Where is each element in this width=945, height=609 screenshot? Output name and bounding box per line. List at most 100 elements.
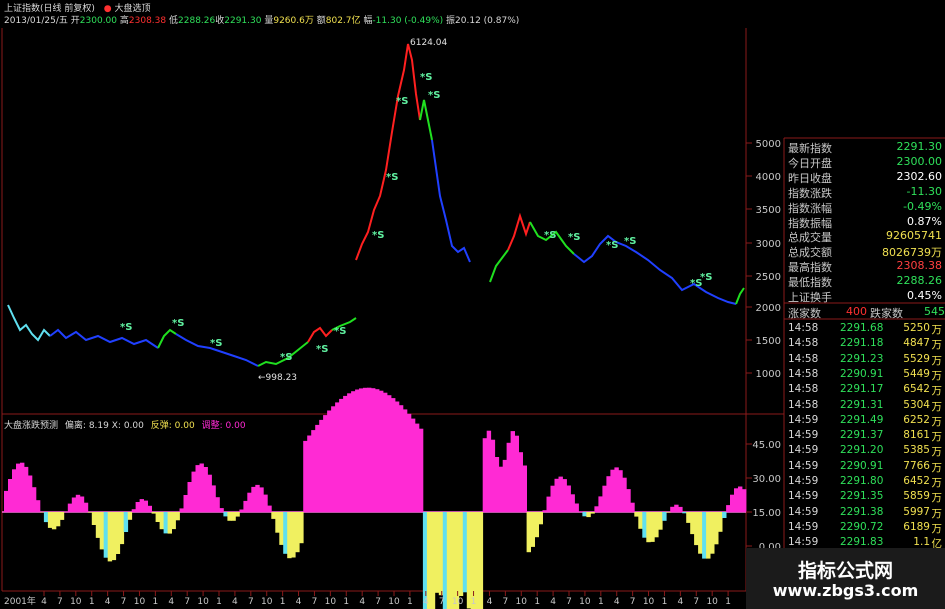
x-tick-label: 7 bbox=[502, 597, 508, 607]
sub-bar bbox=[371, 388, 376, 512]
sub-bar bbox=[498, 466, 504, 512]
sub-bar bbox=[111, 512, 117, 561]
sub-bar bbox=[478, 512, 484, 609]
sub-bar bbox=[494, 457, 500, 512]
sub-bar bbox=[363, 387, 368, 512]
sub-bar bbox=[434, 512, 440, 593]
sub-bar bbox=[8, 479, 13, 512]
tick-unit: 万 bbox=[931, 369, 943, 382]
sub-bar bbox=[694, 512, 699, 546]
sub-bar bbox=[430, 512, 436, 609]
sub-bar bbox=[698, 512, 703, 554]
quote-value: -11.30 bbox=[906, 184, 942, 198]
sub-bar bbox=[570, 494, 575, 512]
sub-bar bbox=[119, 512, 125, 545]
price-segment bbox=[307, 326, 333, 343]
sub-bar bbox=[546, 496, 551, 512]
tick-row: 14:59 2291.37 8161 万 bbox=[786, 429, 944, 444]
sub-bar bbox=[466, 512, 472, 609]
sub-bar bbox=[23, 466, 29, 512]
sub-chart-title[interactable]: 大盘涨跌预测 bbox=[4, 421, 58, 431]
tick-volume: 5385 bbox=[903, 444, 930, 457]
sub-bar bbox=[259, 487, 264, 512]
sub-bar bbox=[51, 512, 57, 530]
sub-bar bbox=[646, 512, 651, 543]
sub-bar bbox=[299, 512, 304, 544]
signal-mark: *S bbox=[396, 96, 408, 107]
x-tick-label: 10 bbox=[388, 597, 400, 607]
quote-row: 指数涨幅 -0.49% bbox=[786, 200, 944, 215]
adv-label: 涨家数 bbox=[788, 307, 821, 320]
x-tick-label: 1 bbox=[216, 597, 222, 607]
x-tick-label: 1 bbox=[89, 597, 95, 607]
tick-volume: 5250 bbox=[903, 322, 930, 334]
tick-volume: 1.1 bbox=[913, 536, 930, 549]
sub-bar bbox=[438, 512, 444, 596]
sub-bar bbox=[211, 485, 216, 512]
adv-value: 400 bbox=[846, 305, 867, 318]
sub-bar bbox=[574, 503, 579, 512]
sub-bar bbox=[91, 512, 97, 525]
sub-bar bbox=[31, 487, 37, 512]
sub-bar bbox=[410, 418, 416, 512]
tick-volume: 5449 bbox=[903, 367, 930, 380]
quote-label: 指数振幅 bbox=[788, 216, 832, 230]
sub-bar bbox=[406, 413, 412, 512]
sub-bar bbox=[550, 485, 555, 512]
x-tick-label: 1 bbox=[343, 597, 349, 607]
signal-mark: *S bbox=[386, 172, 398, 183]
sub-bar bbox=[602, 485, 607, 512]
sub-bar bbox=[215, 497, 220, 512]
quote-label: 指数涨幅 bbox=[788, 201, 832, 215]
p1-value: 8.19 bbox=[88, 421, 109, 431]
x-tick-label: 7 bbox=[439, 597, 445, 607]
signal-mark: *S bbox=[334, 326, 346, 337]
quote-row: 最新指数 2291.30 bbox=[786, 140, 944, 155]
sub-bar bbox=[179, 508, 184, 512]
tick-unit: 万 bbox=[931, 400, 943, 413]
quote-row: 总成交量 92605741 bbox=[786, 229, 944, 244]
high-value: 2308.38 bbox=[128, 16, 167, 26]
sub-bar bbox=[554, 478, 559, 512]
y-tick-label: 1500 bbox=[756, 336, 781, 347]
quote-row: 最高指数 2308.38 bbox=[786, 259, 944, 274]
peak-label: 6124.04 bbox=[410, 38, 447, 48]
price-segment bbox=[431, 139, 471, 263]
quote-value: 2288.26 bbox=[896, 274, 943, 288]
tick-time: 14:59 bbox=[788, 505, 819, 518]
close-label: 收 bbox=[215, 16, 225, 26]
tick-row: 14:59 2291.80 6452 万 bbox=[786, 475, 944, 490]
sub-bar bbox=[658, 512, 663, 530]
sub-bar bbox=[143, 500, 148, 512]
x-year-label: 2001年 bbox=[4, 595, 36, 607]
sub-bar bbox=[562, 479, 567, 512]
quote-row: 昨日收盘 2302.60 bbox=[786, 170, 944, 185]
amt-label: 额 bbox=[316, 16, 326, 26]
sub-bar bbox=[582, 512, 587, 517]
sub-bar bbox=[502, 459, 508, 512]
x-tick-label: 1 bbox=[471, 597, 477, 607]
sub-bar bbox=[267, 505, 272, 512]
quote-value: -0.49% bbox=[903, 199, 942, 213]
tick-time: 14:59 bbox=[788, 536, 819, 549]
quote-row: 总成交额 8026739万 bbox=[786, 244, 944, 259]
sub-bar bbox=[518, 452, 523, 512]
x-tick-label: 10 bbox=[579, 597, 591, 607]
sub-bar bbox=[287, 512, 292, 559]
sub-bar bbox=[283, 512, 288, 554]
tick-unit: 万 bbox=[931, 354, 943, 367]
sub-bar bbox=[578, 511, 583, 512]
sub-bar bbox=[610, 469, 615, 512]
tick-price: 2291.80 bbox=[840, 475, 884, 487]
sub-bar bbox=[43, 512, 49, 523]
tick-price: 2291.17 bbox=[840, 383, 884, 396]
p4-value: 0.00 bbox=[225, 421, 246, 431]
sub-bar bbox=[538, 512, 543, 525]
tick-time: 14:59 bbox=[788, 444, 819, 457]
sub-bar bbox=[159, 512, 164, 530]
p2-value: 0.00 bbox=[123, 421, 144, 431]
x-tick-label: 7 bbox=[184, 597, 190, 607]
x-tick-label: 7 bbox=[248, 597, 254, 607]
sub-bar bbox=[191, 471, 196, 512]
sub-bar bbox=[79, 496, 85, 512]
